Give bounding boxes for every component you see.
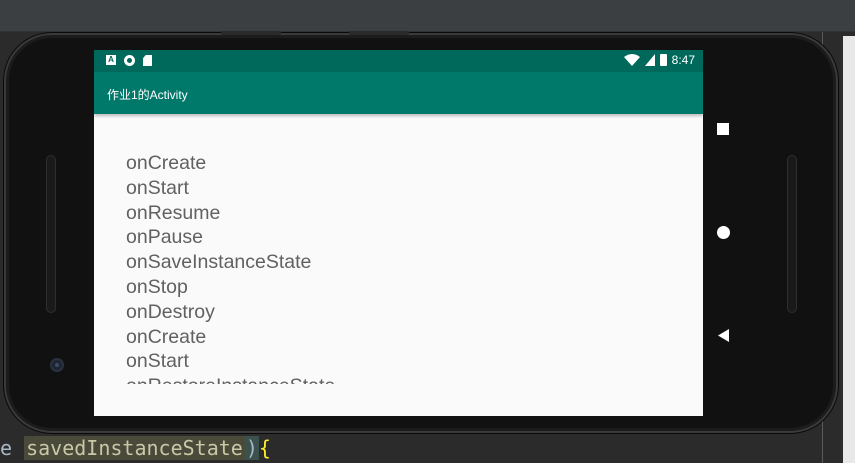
volume-button[interactable] — [221, 31, 281, 35]
log-item: onStart — [126, 176, 189, 199]
sd-card-icon — [143, 55, 152, 66]
app-title: 作业1的Activity — [107, 88, 188, 102]
back-button[interactable] — [714, 326, 734, 346]
code-paren: ) — [244, 436, 259, 460]
code-prefix: e — [0, 436, 25, 460]
code-highlighted-identifier: savedInstanceState — [24, 436, 245, 460]
circle-home-icon — [717, 226, 730, 239]
log-item: onStart — [126, 350, 189, 373]
log-item: onSaveInstanceState — [126, 251, 312, 274]
front-camera-icon — [50, 358, 64, 372]
status-time: 8:47 — [671, 53, 695, 67]
log-item: onDestroy — [126, 300, 215, 323]
a-notification-icon: A — [106, 55, 116, 65]
ide-toolbar — [0, 0, 855, 32]
log-item: onPause — [126, 226, 203, 249]
log-item: onRestoreInstanceState — [126, 374, 335, 384]
wifi-icon — [623, 54, 640, 66]
app-toolbar: 作业1的Activity — [94, 72, 703, 114]
status-bar: A 8:47 — [94, 50, 703, 72]
device-screen[interactable]: A 8:47 作业1的Activity onCreate onStart onR… — [94, 50, 703, 416]
circle-notification-icon — [124, 55, 135, 66]
log-item: onCreate — [126, 152, 207, 174]
overview-button[interactable] — [714, 120, 734, 140]
lifecycle-log-list: onCreate onStart onResume onPause onSave… — [126, 151, 335, 384]
square-icon — [717, 123, 729, 135]
code-brace: { — [258, 436, 271, 460]
code-editor-line[interactable]: e savedInstanceState){ — [0, 434, 271, 463]
log-item: onStop — [126, 275, 188, 298]
lifecycle-log-view[interactable]: onCreate onStart onResume onPause onSave… — [94, 114, 703, 384]
triangle-back-icon — [718, 329, 729, 342]
speaker-grille-right — [787, 155, 797, 313]
battery-icon — [659, 54, 667, 66]
speaker-grille-left — [46, 155, 56, 313]
log-item: onCreate — [126, 325, 207, 348]
log-item: onResume — [126, 201, 221, 224]
home-button[interactable] — [714, 223, 734, 243]
power-button[interactable] — [349, 31, 409, 35]
signal-icon — [644, 54, 655, 66]
